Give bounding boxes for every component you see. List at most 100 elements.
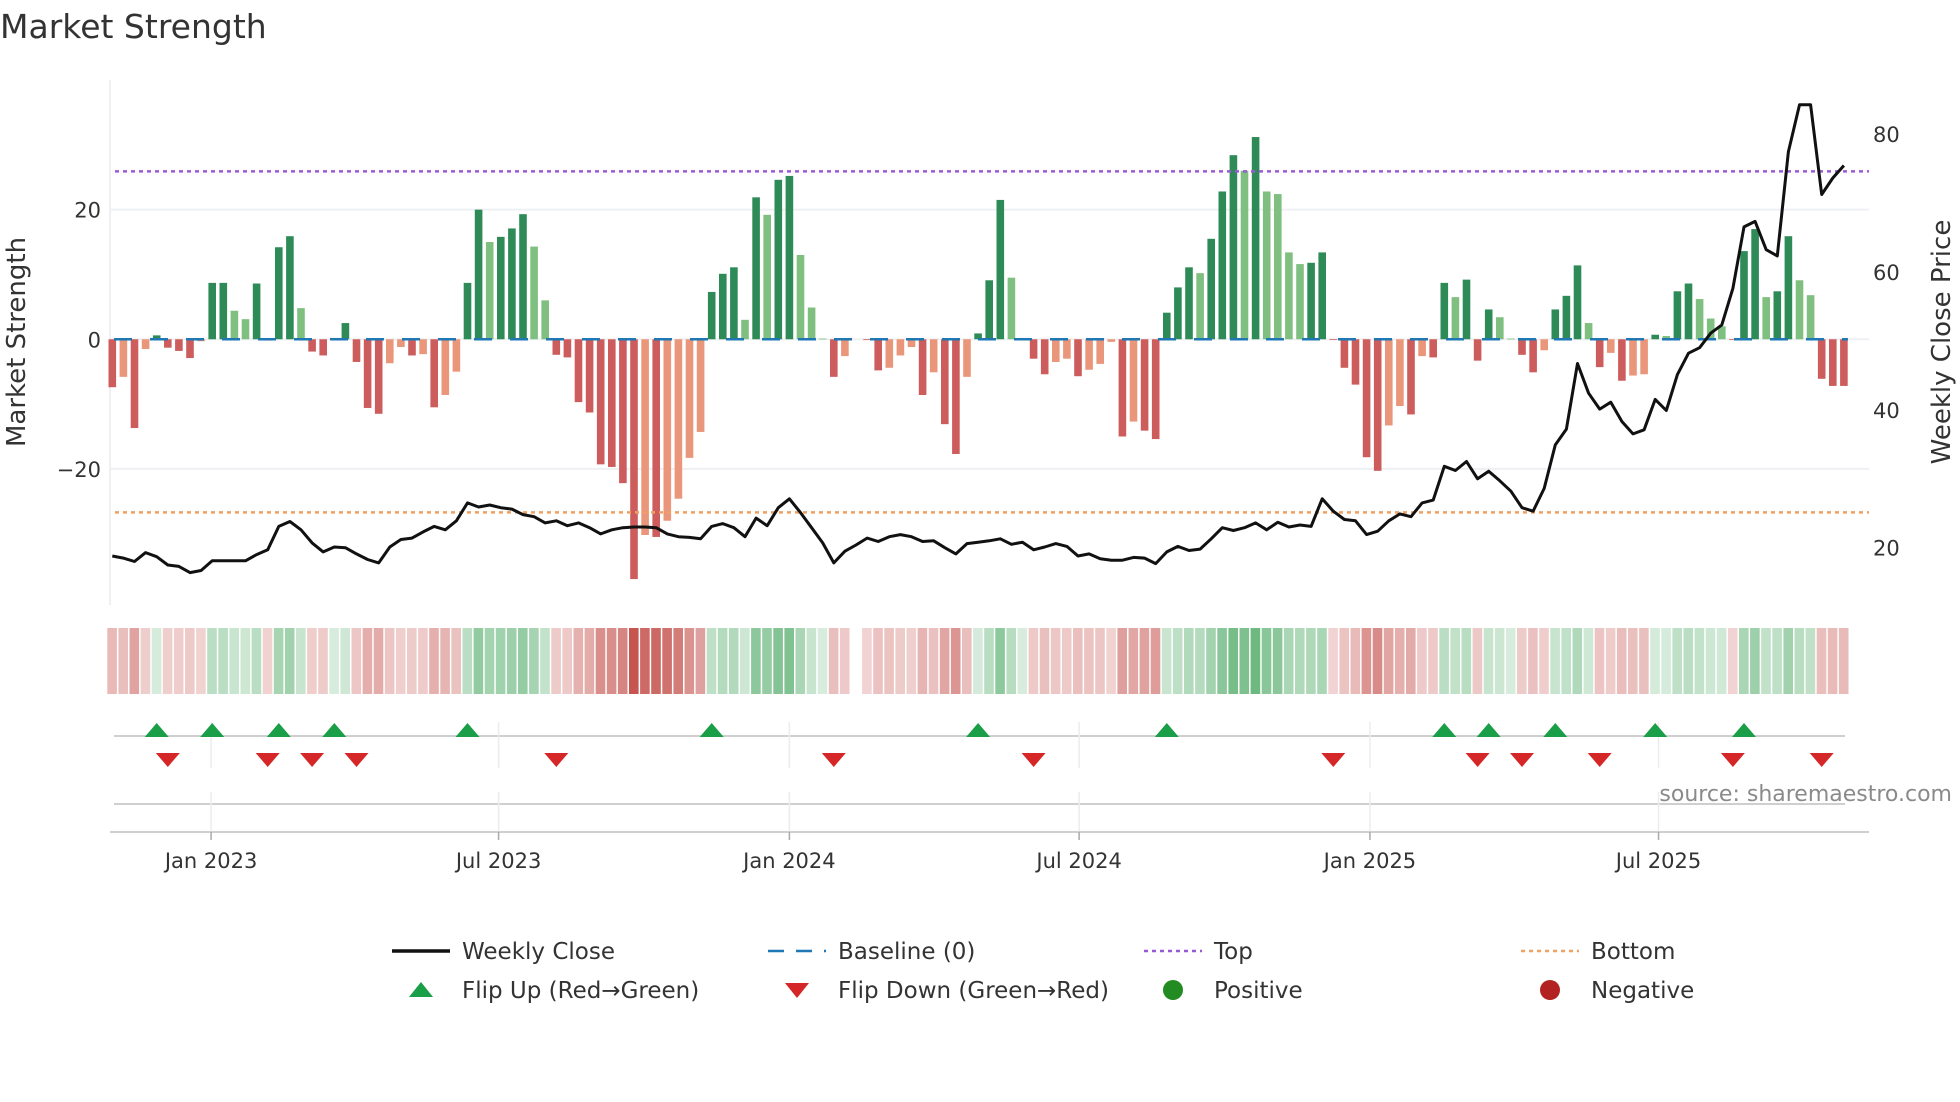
strength-bar bbox=[1684, 283, 1693, 340]
strength-bar bbox=[752, 197, 760, 340]
legend-item-baseline: Baseline (0) bbox=[768, 939, 975, 965]
strip-cell bbox=[1761, 628, 1771, 694]
legend-label: Flip Down (Green→Red) bbox=[838, 978, 1109, 1004]
strip-cell bbox=[1406, 628, 1416, 694]
strip-cell bbox=[1639, 628, 1649, 694]
strength-bar bbox=[219, 282, 228, 340]
negative-icon bbox=[1540, 980, 1560, 1000]
flip-up-marker bbox=[966, 723, 991, 737]
y-axis-left-title: Market Strength bbox=[2, 237, 32, 447]
strength-bar bbox=[1129, 339, 1138, 422]
strip-cell bbox=[1095, 628, 1105, 694]
strength-bar bbox=[230, 310, 239, 340]
strength-bars bbox=[108, 137, 1848, 580]
strength-bar bbox=[896, 339, 905, 356]
strength-bar bbox=[574, 339, 583, 403]
strength-bar bbox=[963, 339, 971, 377]
strip-cell bbox=[984, 628, 994, 694]
strip-cell bbox=[784, 628, 794, 694]
strength-bar bbox=[1285, 252, 1293, 340]
strength-bar bbox=[275, 247, 283, 340]
strip-cell bbox=[307, 628, 317, 694]
strip-cell bbox=[1050, 628, 1061, 694]
strength-bar bbox=[1540, 339, 1548, 351]
strength-bar bbox=[641, 339, 649, 535]
strip-cell bbox=[1328, 628, 1338, 694]
strip-cell bbox=[506, 628, 517, 694]
strip-cell bbox=[1816, 628, 1827, 694]
strip-cell bbox=[995, 628, 1005, 694]
strength-bar bbox=[1751, 229, 1759, 340]
strip-cell bbox=[1838, 628, 1849, 694]
y-axis-right: 20 40 60 80 bbox=[1873, 123, 1900, 561]
flip-markers bbox=[114, 722, 1845, 832]
strip-cell bbox=[1772, 628, 1782, 694]
strength-bar bbox=[663, 339, 672, 521]
strength-bar bbox=[1462, 279, 1471, 340]
flip-up-marker bbox=[266, 723, 291, 737]
strength-bar bbox=[1695, 299, 1704, 340]
strength-bar bbox=[785, 175, 794, 340]
strip-cell bbox=[173, 628, 184, 694]
strength-bar bbox=[1240, 170, 1249, 340]
flip-down-marker bbox=[155, 753, 180, 767]
strength-bar bbox=[319, 339, 327, 356]
strength-bar bbox=[552, 339, 561, 355]
strip-cell bbox=[1084, 628, 1094, 694]
strip-cell bbox=[407, 628, 417, 694]
strip-cell bbox=[162, 628, 173, 694]
strip-cell bbox=[351, 628, 362, 694]
strip-cell bbox=[262, 628, 273, 694]
strength-bar bbox=[1318, 252, 1326, 340]
flip-down-marker bbox=[300, 753, 325, 767]
strip-cell bbox=[1528, 628, 1538, 694]
strip-cell bbox=[1361, 628, 1372, 694]
flip-up-marker bbox=[1643, 723, 1668, 737]
strength-bar bbox=[1773, 291, 1782, 340]
strip-cell bbox=[1128, 628, 1139, 694]
legend: Weekly Close Baseline (0) Top Bottom Flip Up… bbox=[392, 939, 1694, 1004]
strength-bar bbox=[1396, 339, 1404, 407]
strength-bar bbox=[1052, 339, 1060, 362]
strength-bar bbox=[1507, 338, 1515, 340]
strength-bar bbox=[485, 242, 494, 340]
strength-bar bbox=[1840, 339, 1848, 386]
strength-bar bbox=[541, 300, 549, 340]
flip-down-marker bbox=[1465, 753, 1490, 767]
strip-cell bbox=[1417, 628, 1427, 694]
strength-bar bbox=[1107, 339, 1116, 342]
strip-cell bbox=[1783, 628, 1793, 694]
strip-cell bbox=[762, 628, 772, 694]
flip-down-marker bbox=[1510, 753, 1534, 767]
strip-cell bbox=[251, 628, 262, 694]
flip-down-marker bbox=[1321, 753, 1346, 767]
strip-cell bbox=[1694, 628, 1705, 694]
strip-cell bbox=[1683, 628, 1694, 694]
strip-cell bbox=[1217, 628, 1227, 694]
strength-bar bbox=[1196, 273, 1204, 340]
source-credit: source: sharemaestro.com bbox=[1659, 782, 1952, 807]
strength-bar bbox=[1740, 251, 1748, 340]
strength-bar bbox=[1551, 309, 1560, 340]
strip-cell bbox=[1750, 628, 1760, 694]
strip-cell bbox=[1428, 628, 1438, 694]
strip-cell bbox=[839, 628, 850, 694]
strip-cell bbox=[1228, 628, 1238, 694]
strength-bar bbox=[585, 339, 594, 413]
strength-bar bbox=[519, 214, 527, 340]
strength-bar bbox=[1096, 339, 1104, 364]
strip-cell bbox=[495, 628, 506, 694]
strength-bar bbox=[1607, 339, 1615, 353]
strength-bar bbox=[918, 339, 927, 395]
strength-bar bbox=[1484, 309, 1493, 340]
strength-bar bbox=[763, 214, 771, 340]
strip-cell bbox=[1739, 628, 1749, 694]
strength-bar bbox=[1762, 297, 1770, 340]
strip-cell bbox=[795, 628, 806, 694]
strength-bar bbox=[730, 267, 738, 340]
strip-cell bbox=[440, 628, 450, 694]
strength-bar bbox=[1262, 191, 1271, 340]
strength-bar bbox=[408, 339, 416, 356]
strip-cell bbox=[884, 628, 894, 694]
strength-bar bbox=[186, 339, 194, 359]
